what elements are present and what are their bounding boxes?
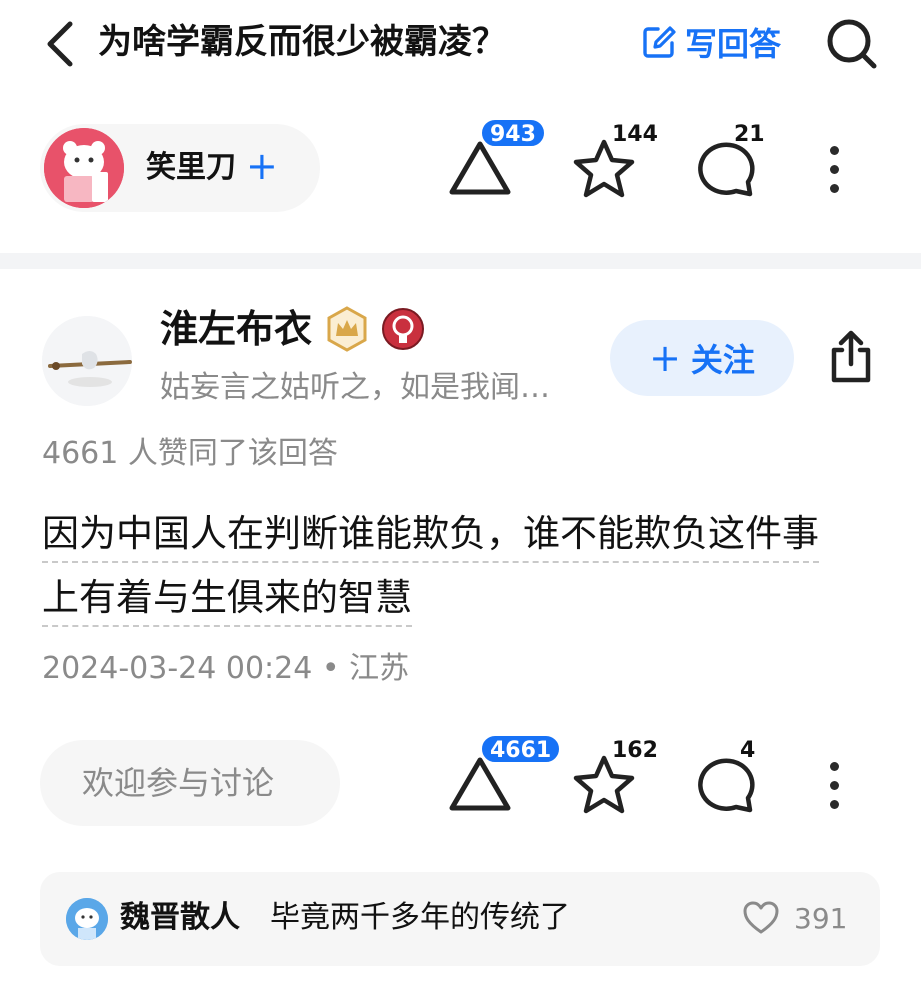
avatar-illustration bbox=[42, 316, 132, 406]
crown-badge-icon[interactable] bbox=[324, 306, 370, 352]
medal-badge-icon[interactable] bbox=[380, 306, 426, 352]
answer-favorite-count: 162 bbox=[612, 738, 658, 763]
comment-bubble-icon bbox=[698, 142, 755, 197]
agree-count-text: 4661 人赞同了该回答 bbox=[42, 436, 338, 471]
question-author-avatar[interactable] bbox=[44, 128, 124, 208]
answer-more-icon[interactable] bbox=[826, 762, 842, 819]
question-author-chip[interactable]: 笑里刀 + bbox=[40, 124, 320, 212]
follow-plus: + bbox=[649, 336, 681, 380]
comment-like-button[interactable]: 391 bbox=[742, 896, 847, 940]
comment-text: 毕竟两千多年的传统了 bbox=[270, 900, 570, 935]
answer-author-avatar[interactable] bbox=[42, 316, 132, 406]
comment-like-count: 391 bbox=[794, 901, 848, 935]
back-chevron-icon[interactable] bbox=[40, 18, 80, 70]
question-comment-count: 21 bbox=[734, 122, 765, 147]
comment-author-avatar[interactable] bbox=[66, 898, 108, 940]
answer-author-name[interactable]: 淮左布衣 bbox=[160, 304, 312, 354]
question-more-icon[interactable] bbox=[826, 146, 842, 203]
question-comment-button[interactable] bbox=[696, 140, 758, 198]
comment-author-name[interactable]: 魏晋散人 bbox=[120, 896, 240, 940]
answer-meta: 2024-03-24 00:24 • 江苏 bbox=[42, 651, 410, 686]
edit-icon bbox=[643, 26, 676, 58]
write-answer-label: 写回答 bbox=[685, 25, 782, 63]
top-bar: 为啥学霸反而很少被霸凌？ 写回答 bbox=[0, 0, 921, 88]
follow-author-plus-button[interactable]: + bbox=[246, 142, 278, 190]
answer-comment-button[interactable] bbox=[696, 756, 758, 814]
answer-author-bio: 姑妄言之姑听之，如是我闻… bbox=[160, 370, 550, 405]
question-upvote-count: 943 bbox=[480, 118, 546, 148]
avatar-illustration bbox=[66, 898, 108, 940]
answer-content[interactable]: 因为中国人在判断谁能欺负，谁不能欺负这件事 上有着与生俱来的智慧 bbox=[42, 502, 872, 630]
comment-input[interactable]: 欢迎参与讨论 bbox=[40, 740, 340, 826]
write-answer-button[interactable]: 写回答 bbox=[641, 18, 781, 66]
answer-content-line: 因为中国人在判断谁能欺负，谁不能欺负这件事 bbox=[42, 512, 819, 563]
section-divider bbox=[0, 253, 921, 269]
comment-bubble-icon bbox=[698, 758, 755, 813]
answer-comment-count: 4 bbox=[740, 738, 756, 763]
search-icon[interactable] bbox=[824, 16, 878, 70]
answer-content-line: 上有着与生俱来的智慧 bbox=[42, 576, 412, 627]
answer-upvote-count: 4661 bbox=[480, 734, 562, 764]
heart-icon bbox=[743, 901, 779, 934]
question-favorite-count: 144 bbox=[612, 122, 658, 147]
follow-label: 关注 bbox=[690, 341, 755, 379]
question-author-name[interactable]: 笑里刀 bbox=[146, 146, 236, 190]
avatar-illustration bbox=[44, 128, 124, 208]
hot-comment[interactable]: 魏晋散人 毕竟两千多年的传统了 391 bbox=[40, 872, 880, 966]
follow-button[interactable]: + 关注 bbox=[610, 320, 794, 396]
share-icon[interactable] bbox=[824, 330, 878, 384]
question-title[interactable]: 为啥学霸反而很少被霸凌？ bbox=[98, 18, 506, 66]
